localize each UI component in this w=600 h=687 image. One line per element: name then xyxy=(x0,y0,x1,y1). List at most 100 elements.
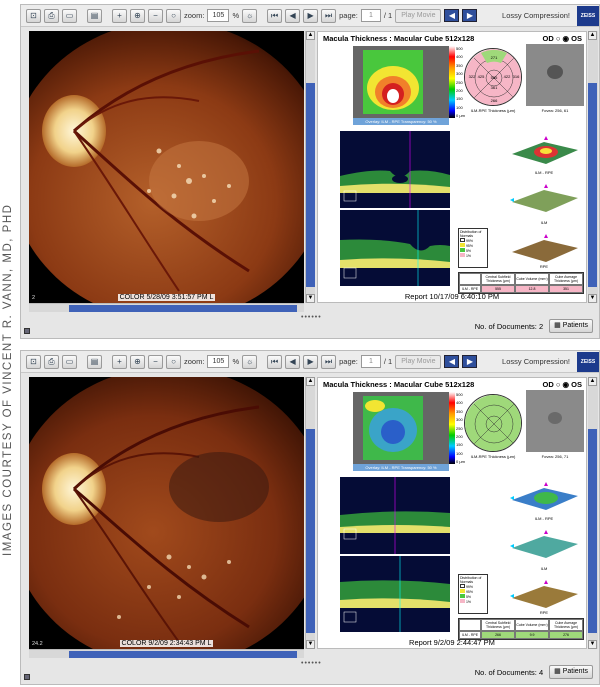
page-total: / 1 xyxy=(383,11,393,20)
prev-page-icon[interactable]: ◀ xyxy=(285,354,301,369)
zoom-input[interactable]: 105 xyxy=(207,355,230,368)
od-radio[interactable]: ○ xyxy=(556,34,561,43)
prev-page-icon[interactable]: ◀ xyxy=(285,8,301,23)
thickness-color-scale xyxy=(449,392,455,464)
scroll-down-icon[interactable]: ▼ xyxy=(306,294,315,303)
thickness-color-scale xyxy=(449,46,455,118)
scroll-up-icon[interactable]: ▲ xyxy=(588,377,597,386)
zoom-in-icon[interactable]: + xyxy=(112,8,127,23)
zoom-input[interactable]: 105 xyxy=(207,9,230,22)
toolbar: ⊡ ⎙ ▭ ▤ + ⊕ − ○ zoom: 105 % ☼ ⏮ ◀ ▶ ⏭ pa… xyxy=(21,351,599,373)
zoom-label: zoom: xyxy=(184,357,205,366)
od-radio[interactable]: ○ xyxy=(556,380,561,389)
play-movie-button[interactable]: Play Movie xyxy=(395,354,442,369)
fundus-horizontal-scrollbar[interactable] xyxy=(29,303,304,312)
back-arrow-icon[interactable]: ◀ xyxy=(444,9,460,22)
scroll-thumb[interactable] xyxy=(306,83,315,287)
surface-ilm-rpe xyxy=(508,474,580,516)
scroll-up-icon[interactable]: ▲ xyxy=(306,31,315,40)
status-bar: No. of Documents: 4 ▦ Patients xyxy=(21,660,599,684)
surface-label: ILM - RPE xyxy=(534,170,554,175)
zoom-reset-icon[interactable]: ○ xyxy=(166,354,181,369)
surface-label: ILM - RPE xyxy=(534,516,554,521)
forward-arrow-icon[interactable]: ▶ xyxy=(462,355,478,368)
fundus-image[interactable]: COLOR 5/28/09 3:51:57 PM L 2 xyxy=(29,31,304,303)
fundus-image[interactable]: COLOR 9/2/09 2:34:43 PM L 24.2 xyxy=(29,377,304,649)
fundus-horizontal-scrollbar[interactable] xyxy=(29,649,304,658)
report-title: Macula Thickness : Macular Cube 512x128 xyxy=(323,380,475,389)
zeiss-logo: ZEISS xyxy=(577,5,599,26)
lossy-warning: Lossy Compression! xyxy=(502,357,570,366)
zoom-in-icon[interactable]: + xyxy=(112,354,127,369)
fundus-corner-label: 24.2 xyxy=(32,641,43,647)
resize-grip-icon[interactable] xyxy=(24,328,30,334)
etdrs-grid xyxy=(464,394,522,452)
scroll-thumb[interactable] xyxy=(588,83,597,287)
oct-report[interactable]: Macula Thickness : Macular Cube 512x128 … xyxy=(317,377,587,649)
surface-ilm-rpe xyxy=(508,128,580,170)
report-title: Macula Thickness : Macular Cube 512x128 xyxy=(323,34,475,43)
zoom-out-icon[interactable]: − xyxy=(148,8,163,23)
folder-icon[interactable]: ▭ xyxy=(62,354,77,369)
page-input[interactable]: 1 xyxy=(360,9,381,22)
zoom-region-icon[interactable]: ⊕ xyxy=(130,8,145,23)
fundus-photo xyxy=(29,377,304,649)
report-footer: Report 10/17/09 6:40:10 PM xyxy=(404,292,500,301)
scroll-thumb[interactable] xyxy=(306,429,315,633)
patients-button[interactable]: ▦ Patients xyxy=(549,665,593,679)
overlay-label: Overlay: ILM - RPE Transparency: 50 % xyxy=(353,118,449,125)
scroll-thumb[interactable] xyxy=(69,651,297,658)
toolbar: ⊡ ⎙ ▭ ▤ + ⊕ − ○ zoom: 105 % ☼ ⏮ ◀ ▶ ⏭ pa… xyxy=(21,5,599,27)
zoom-region-icon[interactable]: ⊕ xyxy=(130,354,145,369)
oct-report[interactable]: Macula Thickness : Macular Cube 512x128 … xyxy=(317,31,587,303)
zoom-unit: % xyxy=(232,11,240,20)
zoom-fit-icon[interactable]: ⊡ xyxy=(26,354,41,369)
scroll-down-icon[interactable]: ▼ xyxy=(306,640,315,649)
viewer-panel-2: ⊡ ⎙ ▭ ▤ + ⊕ − ○ zoom: 105 % ☼ ⏮ ◀ ▶ ⏭ pa… xyxy=(20,350,600,685)
folder-icon[interactable]: ▭ xyxy=(62,8,77,23)
first-page-icon[interactable]: ⏮ xyxy=(267,354,283,369)
fundus-vertical-scrollbar[interactable]: ▲ ▼ xyxy=(305,377,315,649)
scroll-up-icon[interactable]: ▲ xyxy=(306,377,315,386)
back-arrow-icon[interactable]: ◀ xyxy=(444,355,460,368)
scroll-thumb[interactable] xyxy=(588,429,597,633)
patients-button[interactable]: ▦ Patients xyxy=(549,319,593,333)
bscan-horizontal xyxy=(340,131,450,208)
layout-icon[interactable]: ▤ xyxy=(87,354,102,369)
settings-icon[interactable]: ☼ xyxy=(242,354,258,369)
next-page-icon[interactable]: ▶ xyxy=(303,354,319,369)
scroll-down-icon[interactable]: ▼ xyxy=(588,294,597,303)
report-vertical-scrollbar[interactable]: ▲ ▼ xyxy=(588,31,598,303)
document-count: No. of Documents: 2 xyxy=(474,321,544,331)
report-vertical-scrollbar[interactable]: ▲ ▼ xyxy=(588,377,598,649)
overlay-label: Overlay: ILM - RPE Transparency: 50 % xyxy=(353,464,449,471)
status-bar: No. of Documents: 2 ▦ Patients xyxy=(21,314,599,338)
zoom-fit-icon[interactable]: ⊡ xyxy=(26,8,41,23)
next-page-icon[interactable]: ▶ xyxy=(303,8,319,23)
viewer-panel-1: ⊡ ⎙ ▭ ▤ + ⊕ − ○ zoom: 105 % ☼ ⏮ ◀ ▶ ⏭ pa… xyxy=(20,4,600,339)
fovea-label: Fovea: 256, 71 xyxy=(541,454,569,459)
fundus-corner-label: 2 xyxy=(32,295,36,301)
settings-icon[interactable]: ☼ xyxy=(242,8,258,23)
page-label: page: xyxy=(339,11,358,20)
play-movie-button[interactable]: Play Movie xyxy=(395,8,442,23)
last-page-icon[interactable]: ⏭ xyxy=(321,8,337,23)
od-label: OD xyxy=(542,380,554,389)
forward-arrow-icon[interactable]: ▶ xyxy=(462,9,478,22)
print-icon[interactable]: ⎙ xyxy=(44,354,59,369)
page-input[interactable]: 1 xyxy=(360,355,381,368)
zoom-reset-icon[interactable]: ○ xyxy=(166,8,181,23)
print-icon[interactable]: ⎙ xyxy=(44,8,59,23)
last-page-icon[interactable]: ⏭ xyxy=(321,354,337,369)
resize-grip-icon[interactable] xyxy=(24,674,30,680)
scroll-thumb[interactable] xyxy=(69,305,297,312)
layout-icon[interactable]: ▤ xyxy=(87,8,102,23)
os-radio[interactable]: ◉ xyxy=(563,34,570,43)
fundus-vertical-scrollbar[interactable]: ▲ ▼ xyxy=(305,31,315,303)
os-radio[interactable]: ◉ xyxy=(563,380,570,389)
svg-text:266: 266 xyxy=(491,98,498,103)
scroll-down-icon[interactable]: ▼ xyxy=(588,640,597,649)
zoom-out-icon[interactable]: − xyxy=(148,354,163,369)
scroll-up-icon[interactable]: ▲ xyxy=(588,31,597,40)
first-page-icon[interactable]: ⏮ xyxy=(267,8,283,23)
